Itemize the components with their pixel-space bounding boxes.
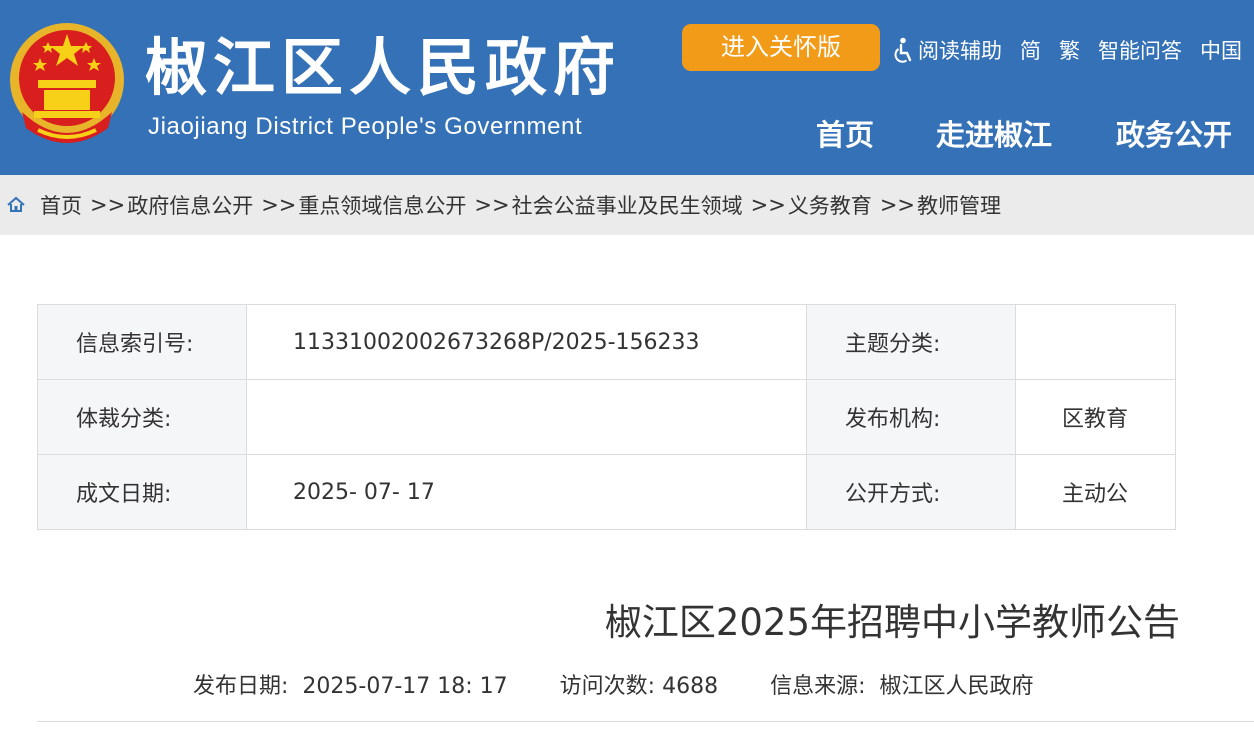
nav-about-jiaojiang[interactable]: 走进椒江 (936, 112, 1052, 154)
article-meta: 发布日期: 2025-07-17 18: 17 访问次数: 4688 信息来源:… (193, 668, 1086, 700)
index-number-value: 11331002002673268P/2025-156233 (246, 304, 807, 380)
breadcrumb-teacher-management[interactable]: 教师管理 (917, 190, 1001, 220)
breadcrumb-separator: >> (879, 193, 916, 217)
top-links: 阅读辅助 简 繁 智能问答 中国 (892, 33, 1254, 67)
disclosure-method-label: 公开方式: (806, 454, 1016, 530)
nav-home-label: 首页 (816, 118, 875, 152)
simplified-chinese-link[interactable]: 简 (1020, 35, 1041, 65)
smart-qa-link[interactable]: 智能问答 (1098, 35, 1182, 65)
disclosure-method-value: 主动公 (1015, 454, 1176, 530)
visit-count: 访问次数: 4688 (560, 668, 718, 700)
info-source-value: 椒江区人民政府 (879, 674, 1034, 699)
breadcrumb-separator: >> (750, 193, 786, 217)
site-header: 椒江区人民政府 Jiaojiang District People's Gove… (0, 0, 1254, 175)
breadcrumb-separator: >> (90, 193, 126, 217)
publish-date-label: 发布日期: (193, 674, 289, 699)
info-table: 信息索引号: 11331002002673268P/2025-156233 主题… (37, 304, 1176, 530)
breadcrumb: 首页 >> 政府信息公开 >> 重点领域信息公开 >> 社会公益事业及民生领域 … (6, 175, 1001, 235)
publish-date-value: 2025-07-17 18: 17 (302, 674, 508, 699)
article-title: 椒江区2025年招聘中小学教师公告 (604, 601, 1180, 644)
topic-category-label: 主题分类: (806, 304, 1016, 380)
breadcrumb-bar: 首页 >> 政府信息公开 >> 重点领域信息公开 >> 社会公益事业及民生领域 … (0, 175, 1254, 235)
care-version-button[interactable]: 进入关怀版 (682, 24, 880, 71)
nav-home[interactable]: 首页 (816, 112, 874, 154)
divider (37, 721, 1254, 722)
written-date-value: 2025- 07- 17 (246, 454, 807, 530)
table-row: 体裁分类: 发布机构: 区教育 (37, 379, 1176, 455)
nav-gov-affairs[interactable]: 政务公开 (1116, 112, 1232, 154)
traditional-chinese-link[interactable]: 繁 (1059, 35, 1080, 65)
info-source: 信息来源: 椒江区人民政府 (770, 668, 1033, 700)
written-date-label: 成文日期: (37, 454, 247, 530)
breadcrumb-public-welfare[interactable]: 社会公益事业及民生领域 (512, 190, 743, 220)
breadcrumb-compulsory-education[interactable]: 义务教育 (788, 190, 872, 220)
china-link[interactable]: 中国 (1200, 35, 1242, 65)
publisher-label: 发布机构: (806, 379, 1016, 455)
breadcrumb-separator: >> (261, 193, 297, 217)
breadcrumb-separator: >> (474, 193, 510, 217)
publish-date: 发布日期: 2025-07-17 18: 17 (193, 668, 508, 700)
accessibility-icon (894, 37, 912, 63)
visit-count-label: 访问次数: (559, 674, 656, 699)
topic-category-value (1015, 304, 1176, 380)
reading-assist-label: 阅读辅助 (918, 39, 1002, 63)
breadcrumb-home[interactable]: 首页 (40, 190, 82, 220)
site-title: 椒江区人民政府 (145, 31, 622, 104)
index-number-label: 信息索引号: (37, 304, 247, 380)
home-icon (6, 196, 26, 214)
table-row: 信息索引号: 11331002002673268P/2025-156233 主题… (37, 304, 1176, 380)
breadcrumb-gov-info[interactable]: 政府信息公开 (127, 190, 253, 220)
visit-count-value: 4688 (662, 674, 719, 699)
nav-about-label: 走进椒江 (936, 118, 1053, 152)
breadcrumb-key-areas[interactable]: 重点领域信息公开 (298, 190, 466, 220)
nav-gov-affairs-label: 政务公开 (1116, 118, 1233, 152)
genre-category-value (246, 379, 807, 455)
info-source-label: 信息来源: (770, 674, 866, 699)
genre-category-label: 体裁分类: (37, 379, 247, 455)
reading-assist-link[interactable]: 阅读辅助 (892, 35, 1002, 65)
table-row: 成文日期: 2025- 07- 17 公开方式: 主动公 (37, 454, 1176, 530)
site-subtitle: Jiaojiang District People's Government (148, 113, 583, 140)
national-emblem-icon (10, 23, 124, 143)
publisher-value: 区教育 (1015, 379, 1176, 455)
